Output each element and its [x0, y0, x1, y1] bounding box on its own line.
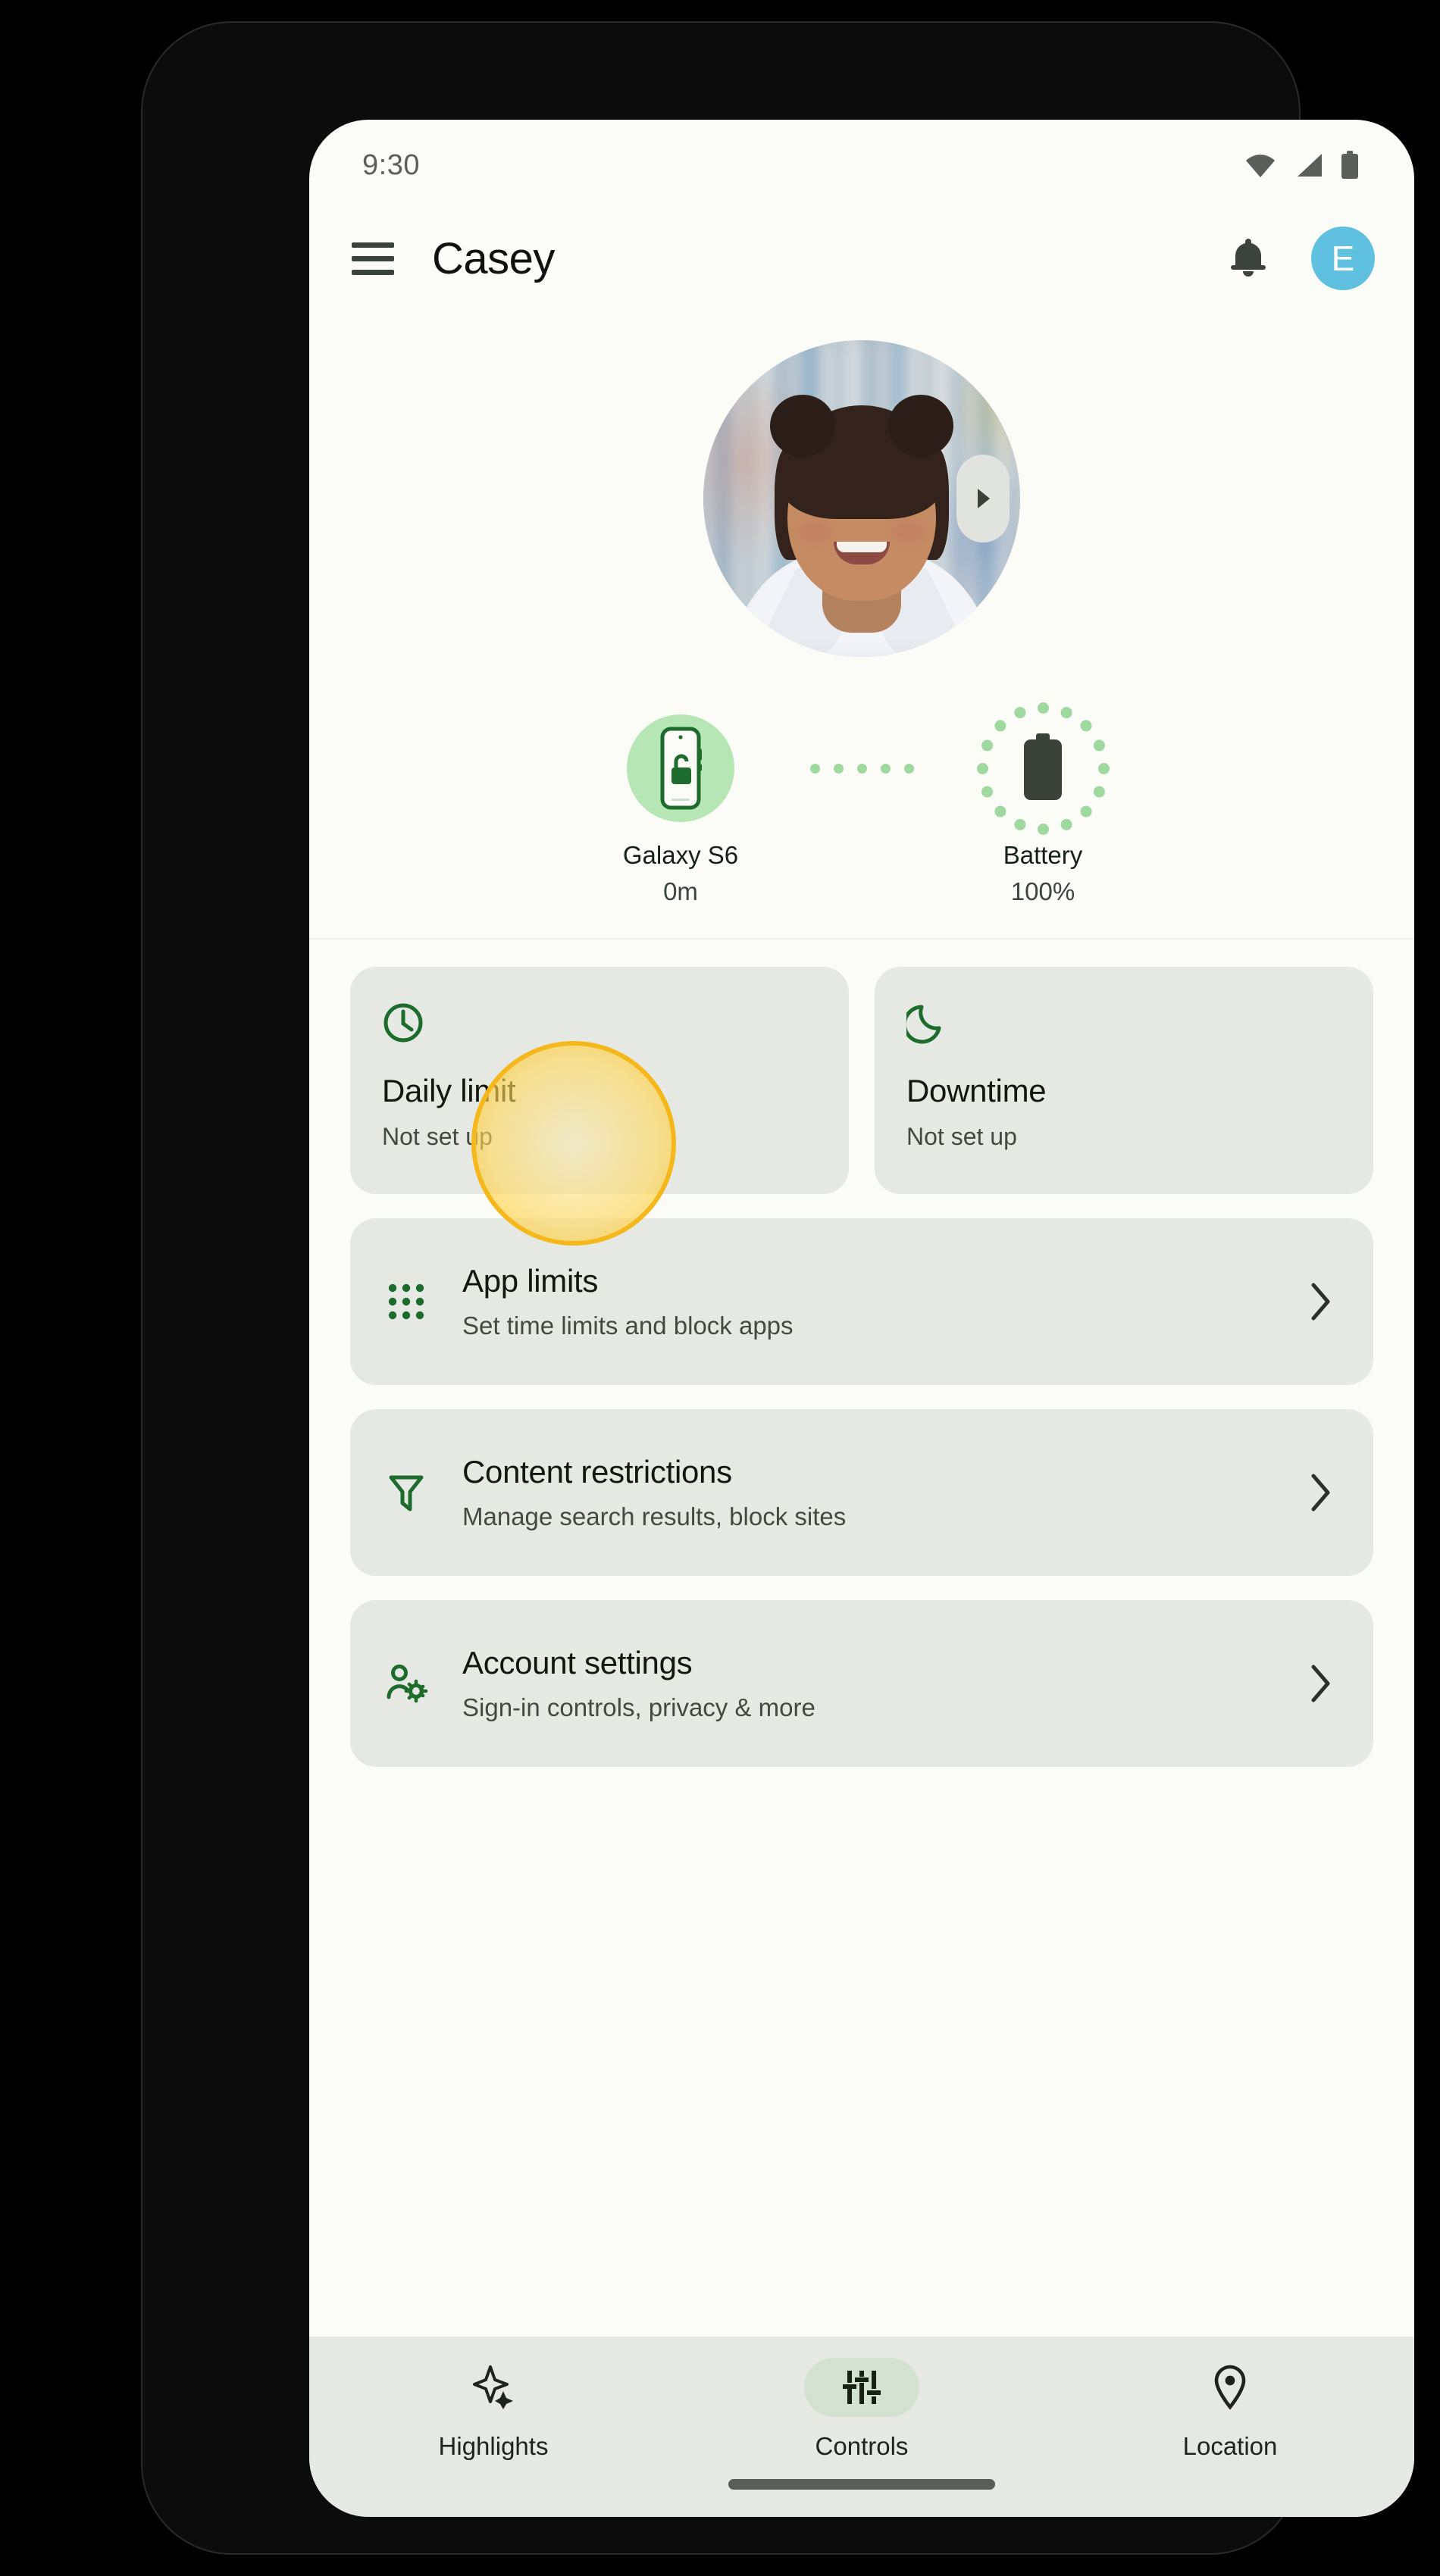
battery-icon: [1341, 151, 1358, 179]
person-gear-icon: [387, 1664, 456, 1703]
nav-pill-controls: [804, 2358, 919, 2417]
hamburger-menu-icon[interactable]: [352, 234, 400, 283]
app-limits-row[interactable]: App limits Set time limits and block app…: [350, 1218, 1373, 1385]
bell-icon: [1231, 239, 1266, 277]
connection-dot: [809, 763, 820, 774]
battery-ring-dot: [1080, 720, 1092, 732]
cellular-signal-icon: [1298, 154, 1322, 177]
battery-ring-dot: [1080, 805, 1092, 818]
nav-tab-highlights[interactable]: Highlights: [309, 2358, 678, 2461]
moon-icon: [903, 1002, 1341, 1044]
nav-tab-controls[interactable]: Controls: [678, 2358, 1046, 2461]
page-title: Casey: [432, 233, 555, 283]
phone-device-frame: 9:30 Casey E Galaxy S6 0m Battery 100% D…: [141, 21, 1414, 2555]
sliders-icon: [843, 2371, 881, 2404]
app-bar: Casey E: [309, 211, 1414, 306]
nav-label-highlights: Highlights: [438, 2432, 549, 2460]
nav-label-controls: Controls: [815, 2432, 909, 2460]
hamburger-bar: [352, 255, 394, 261]
chevron-right-icon: [1301, 1472, 1340, 1513]
app-limits-subtitle: Set time limits and block apps: [462, 1311, 794, 1340]
connection-dot: [903, 763, 914, 774]
connection-dot: [880, 763, 891, 774]
avatar-initial: E: [1331, 239, 1355, 278]
daily-limit-subtitle: Not set up: [382, 1123, 493, 1150]
device-usage: 0m: [663, 877, 698, 905]
connection-dots: [794, 700, 929, 836]
battery-ring-dot: [981, 786, 994, 798]
wifi-icon: [1246, 155, 1275, 177]
status-bar: 9:30: [309, 120, 1414, 211]
nav-pill-highlights: [436, 2358, 551, 2417]
battery-status-item[interactable]: Battery 100%: [929, 700, 1157, 906]
device-name: Galaxy S6: [622, 841, 739, 869]
account-settings-text: Account settings Sign-in controls, priva…: [456, 1645, 1301, 1722]
battery-ring-dot: [1038, 702, 1049, 714]
daily-limit-card[interactable]: Daily limit Not set up: [350, 967, 849, 1194]
battery-icon-wrap: [929, 700, 1157, 836]
notifications-button[interactable]: [1222, 232, 1275, 285]
child-carousel: [309, 324, 1414, 673]
clock-icon: [382, 1002, 817, 1044]
controls-list: Daily limit Not set up Downtime Not set …: [309, 939, 1414, 1767]
battery-ring-dot: [1098, 763, 1110, 774]
battery-percent: 100%: [1010, 877, 1075, 905]
device-status-row: Galaxy S6 0m Battery 100%: [309, 700, 1414, 906]
status-bar-time: 9:30: [362, 148, 420, 181]
app-limits-title: App limits: [462, 1263, 599, 1299]
battery-ring-dot: [994, 805, 1006, 818]
hamburger-bar: [352, 269, 394, 275]
battery-ring-dot: [1038, 824, 1049, 835]
bottom-navigation-bar: Highlights Controls Location: [309, 2337, 1414, 2517]
status-bar-icons: [1244, 151, 1360, 180]
chevron-right-icon: [1301, 1663, 1340, 1704]
content-restrictions-subtitle: Manage search results, block sites: [462, 1502, 847, 1530]
quick-cards-row: Daily limit Not set up Downtime Not set …: [309, 967, 1414, 1246]
downtime-title: Downtime: [906, 1073, 1047, 1108]
daily-limit-title: Daily limit: [382, 1073, 516, 1108]
device-icon-wrap: [567, 700, 794, 836]
phone-screen: 9:30 Casey E Galaxy S6 0m Battery 100% D…: [309, 120, 1414, 2517]
nav-tab-location[interactable]: Location: [1046, 2358, 1414, 2461]
carousel-next-button[interactable]: [956, 455, 1010, 542]
battery-label: Battery: [1003, 841, 1083, 869]
sparkle-icon: [473, 2365, 513, 2409]
connection-dot: [856, 763, 867, 774]
downtime-card[interactable]: Downtime Not set up: [875, 967, 1373, 1194]
hero-section: Galaxy S6 0m Battery 100%: [309, 306, 1414, 939]
connection-dot: [833, 763, 844, 774]
battery-ring-dot: [981, 739, 994, 752]
nav-pill-location: [1172, 2358, 1288, 2417]
apps-grid-icon: [387, 1282, 456, 1321]
device-status-item[interactable]: Galaxy S6 0m: [567, 700, 794, 906]
account-avatar[interactable]: E: [1311, 227, 1375, 290]
app-limits-text: App limits Set time limits and block app…: [456, 1263, 1301, 1340]
account-settings-subtitle: Sign-in controls, privacy & more: [462, 1693, 815, 1721]
chevron-right-icon: [1301, 1281, 1340, 1322]
downtime-subtitle: Not set up: [906, 1123, 1017, 1150]
content-restrictions-text: Content restrictions Manage search resul…: [456, 1454, 1301, 1531]
battery-ring-dot: [1060, 707, 1072, 719]
content-restrictions-title: Content restrictions: [462, 1454, 732, 1490]
home-indicator[interactable]: [728, 2479, 995, 2490]
battery-full-icon: [975, 701, 1110, 836]
location-pin-icon: [1214, 2365, 1246, 2410]
account-settings-row[interactable]: Account settings Sign-in controls, priva…: [350, 1600, 1373, 1767]
battery-ring-dot: [994, 720, 1006, 732]
battery-ring-dot: [1093, 739, 1105, 752]
content-restrictions-row[interactable]: Content restrictions Manage search resul…: [350, 1409, 1373, 1576]
account-settings-title: Account settings: [462, 1645, 693, 1680]
battery-ring-dot: [1014, 818, 1026, 830]
battery-ring-dot: [1093, 786, 1105, 798]
filter-icon: [387, 1471, 456, 1514]
chevron-right-icon: [978, 489, 990, 508]
hamburger-bar: [352, 242, 394, 248]
phone-unlocked-icon: [627, 714, 734, 822]
battery-ring-dot: [977, 763, 988, 774]
nav-label-location: Location: [1182, 2432, 1278, 2460]
battery-ring-dot: [1014, 707, 1026, 719]
battery-ring-dot: [1060, 818, 1072, 830]
